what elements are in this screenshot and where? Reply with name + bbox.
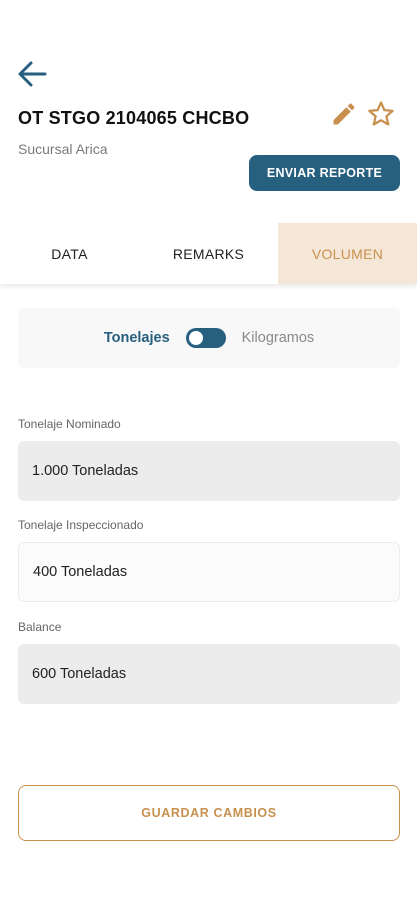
- save-changes-button[interactable]: GUARDAR CAMBIOS: [18, 785, 400, 841]
- edit-pencil-icon[interactable]: [330, 100, 358, 128]
- back-button[interactable]: [14, 58, 50, 90]
- send-report-button[interactable]: ENVIAR REPORTE: [249, 155, 400, 191]
- balance-field: 600 Toneladas: [18, 644, 400, 704]
- nominal-tonnage-field: 1.000 Toneladas: [18, 441, 400, 501]
- tab-volumen[interactable]: VOLUMEN: [278, 223, 417, 284]
- tab-remarks[interactable]: REMARKS: [139, 223, 278, 284]
- tab-data[interactable]: DATA: [0, 223, 139, 284]
- tab-bar: DATA REMARKS VOLUMEN: [0, 223, 417, 284]
- inspected-tonnage-input[interactable]: 400 Toneladas: [18, 542, 400, 602]
- unit-toggle-card: Tonelajes Kilogramos: [18, 308, 400, 368]
- toggle-label-kilogramos[interactable]: Kilogramos: [242, 330, 315, 346]
- star-outline-icon[interactable]: [366, 99, 396, 129]
- toggle-knob: [188, 331, 203, 345]
- unit-toggle-switch[interactable]: [185, 328, 226, 348]
- toggle-label-tonelajes[interactable]: Tonelajes: [104, 330, 170, 346]
- nominal-tonnage-label: Tonelaje Nominado: [18, 417, 121, 431]
- page-title: OT STGO 2104065 CHCBO: [18, 108, 250, 128]
- inspected-tonnage-label: Tonelaje Inspeccionado: [18, 518, 144, 532]
- page-subtitle: Sucursal Arica: [18, 141, 108, 157]
- arrow-back-icon: [18, 61, 47, 87]
- balance-label: Balance: [18, 620, 62, 634]
